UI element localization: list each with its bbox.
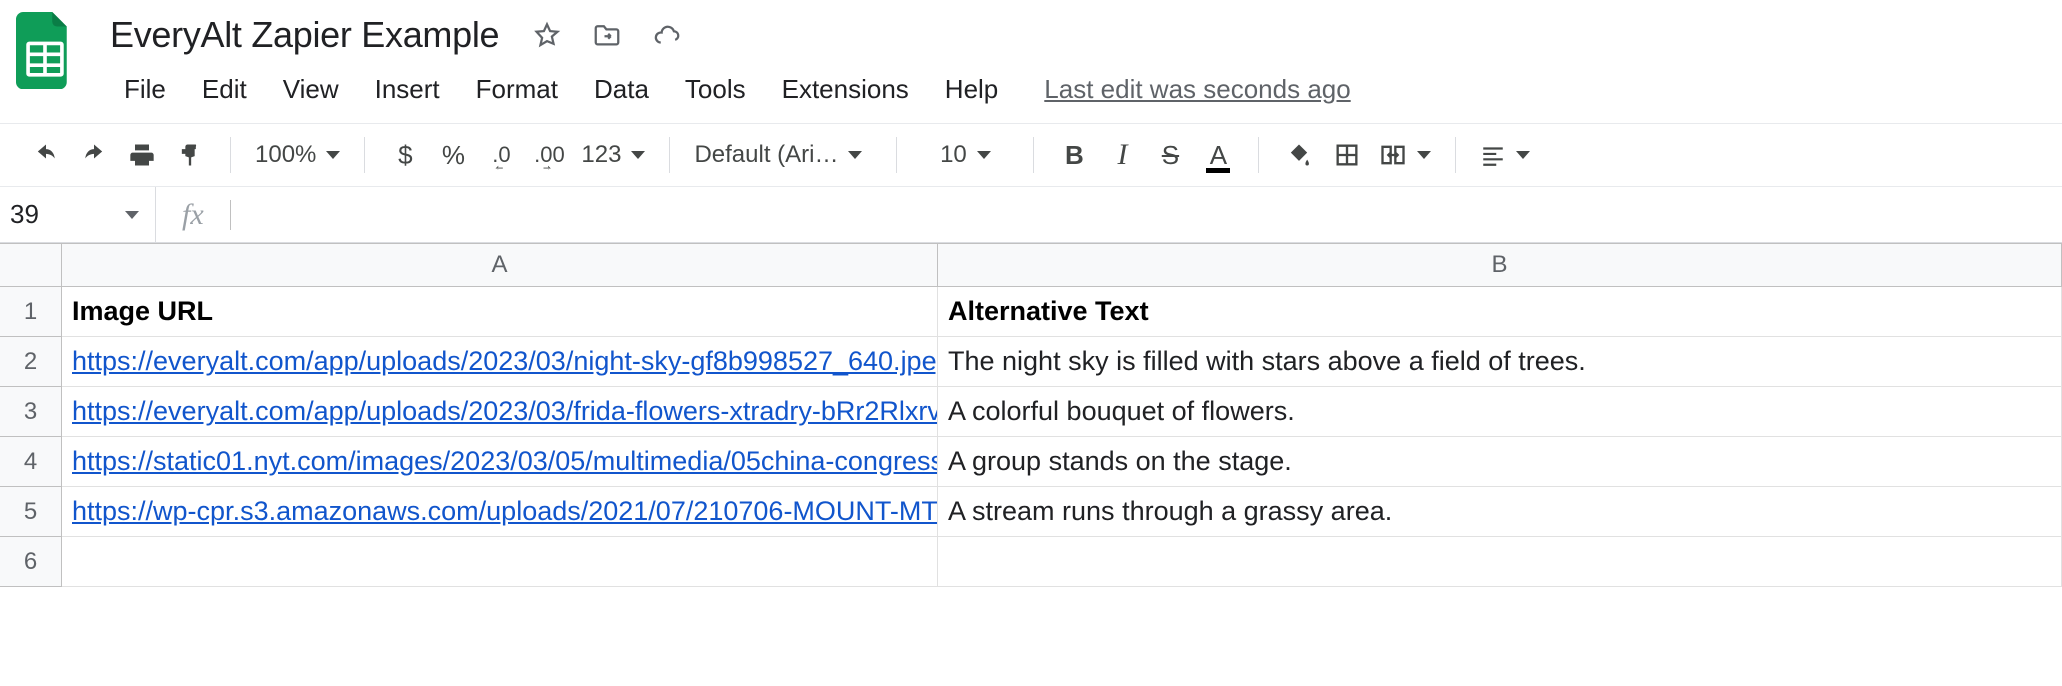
move-to-folder-icon[interactable] (591, 19, 623, 51)
table-row: 3 https://everyalt.com/app/uploads/2023/… (0, 387, 2062, 437)
zoom-value: 100% (255, 141, 316, 169)
bold-button[interactable]: B (1052, 135, 1096, 175)
more-formats-dropdown[interactable]: 123 (575, 141, 651, 169)
format-currency-button[interactable]: $ (383, 135, 427, 175)
menu-insert[interactable]: Insert (357, 68, 458, 111)
toolbar-separator (1258, 137, 1259, 173)
menu-extensions[interactable]: Extensions (764, 68, 927, 111)
column-header-A[interactable]: A (62, 244, 938, 286)
toolbar-separator (669, 137, 670, 173)
more-formats-label: 123 (581, 141, 621, 169)
cell-B2[interactable]: The night sky is filled with stars above… (938, 337, 2062, 387)
menu-help[interactable]: Help (927, 68, 1016, 111)
row-header-3[interactable]: 3 (0, 387, 62, 437)
doc-header: EveryAlt Zapier Example File Edit View I… (106, 12, 2046, 111)
cell-A1[interactable]: Image URL (62, 287, 938, 337)
merge-cells-dropdown[interactable] (1373, 141, 1437, 169)
table-row: 6 (0, 537, 2062, 587)
cell-B4[interactable]: A group stands on the stage. (938, 437, 2062, 487)
menu-data[interactable]: Data (576, 68, 667, 111)
url-link[interactable]: https://static01.nyt.com/images/2023/03/… (72, 446, 938, 477)
menu-edit[interactable]: Edit (184, 68, 265, 111)
zoom-dropdown[interactable]: 100% (249, 141, 346, 169)
font-family-dropdown[interactable]: Default (Ari… (688, 141, 878, 169)
cell-A5[interactable]: https://wp-cpr.s3.amazonaws.com/uploads/… (62, 487, 938, 537)
toolbar-separator (1455, 137, 1456, 173)
font-size-value: 10 (940, 141, 967, 169)
cell-B3[interactable]: A colorful bouquet of flowers. (938, 387, 2062, 437)
menu-tools[interactable]: Tools (667, 68, 764, 111)
app-root: EveryAlt Zapier Example File Edit View I… (0, 0, 2062, 686)
print-button[interactable] (120, 135, 164, 175)
caret-down-icon (977, 151, 991, 159)
row-header-4[interactable]: 4 (0, 437, 62, 487)
caret-down-icon (326, 151, 340, 159)
toolbar-separator (364, 137, 365, 173)
font-family-label: Default (Ari… (694, 141, 838, 169)
toolbar: 100% $ % .0 .00 123 Default (Ari… 10 B I… (0, 123, 2062, 187)
doc-title-row: EveryAlt Zapier Example (106, 12, 2046, 58)
redo-button[interactable] (72, 135, 116, 175)
toolbar-separator (230, 137, 231, 173)
text-color-button[interactable]: A (1196, 135, 1240, 175)
caret-down-icon (1516, 151, 1530, 159)
table-row: 4 https://static01.nyt.com/images/2023/0… (0, 437, 2062, 487)
font-size-dropdown[interactable]: 10 (915, 141, 1015, 169)
horizontal-align-dropdown[interactable] (1474, 142, 1536, 168)
caret-down-icon (1417, 151, 1431, 159)
row-header-1[interactable]: 1 (0, 287, 62, 337)
caret-down-icon (631, 151, 645, 159)
borders-button[interactable] (1325, 135, 1369, 175)
table-row: 2 https://everyalt.com/app/uploads/2023/… (0, 337, 2062, 387)
cell-A3[interactable]: https://everyalt.com/app/uploads/2023/03… (62, 387, 938, 437)
undo-button[interactable] (24, 135, 68, 175)
menu-view[interactable]: View (265, 68, 357, 111)
row-header-5[interactable]: 5 (0, 487, 62, 537)
select-all-corner[interactable] (0, 244, 62, 286)
url-link[interactable]: https://wp-cpr.s3.amazonaws.com/uploads/… (72, 496, 938, 527)
caret-down-icon (848, 151, 862, 159)
last-edit-link[interactable]: Last edit was seconds ago (1044, 74, 1350, 105)
star-icon[interactable] (531, 19, 563, 51)
document-title[interactable]: EveryAlt Zapier Example (106, 12, 503, 58)
formula-input[interactable] (231, 187, 2062, 242)
table-row: 5 https://wp-cpr.s3.amazonaws.com/upload… (0, 487, 2062, 537)
caret-down-icon (125, 211, 139, 219)
fx-icon: fx (156, 198, 230, 232)
spreadsheet-grid[interactable]: A B 1 Image URL Alternative Text 2 https… (0, 243, 2062, 686)
cell-A4[interactable]: https://static01.nyt.com/images/2023/03/… (62, 437, 938, 487)
cell-A6[interactable] (62, 537, 938, 587)
menu-bar: File Edit View Insert Format Data Tools … (106, 68, 2046, 111)
cloud-status-icon[interactable] (651, 19, 683, 51)
strikethrough-button[interactable]: S (1148, 135, 1192, 175)
url-link[interactable]: https://everyalt.com/app/uploads/2023/03… (72, 346, 938, 377)
toolbar-separator (896, 137, 897, 173)
url-link[interactable]: https://everyalt.com/app/uploads/2023/03… (72, 396, 938, 427)
cell-A2[interactable]: https://everyalt.com/app/uploads/2023/03… (62, 337, 938, 387)
format-percent-button[interactable]: % (431, 135, 475, 175)
italic-button[interactable]: I (1100, 135, 1144, 175)
column-header-B[interactable]: B (938, 244, 2062, 286)
row-header-2[interactable]: 2 (0, 337, 62, 387)
sheets-logo-icon[interactable] (16, 12, 74, 90)
cell-B5[interactable]: A stream runs through a grassy area. (938, 487, 2062, 537)
cell-B1[interactable]: Alternative Text (938, 287, 2062, 337)
name-box-value: 39 (10, 199, 39, 230)
menu-format[interactable]: Format (458, 68, 576, 111)
increase-decimal-button[interactable]: .00 (527, 135, 571, 175)
decrease-decimal-button[interactable]: .0 (479, 135, 523, 175)
column-header-row: A B (0, 243, 2062, 287)
table-row: 1 Image URL Alternative Text (0, 287, 2062, 337)
formula-bar: 39 fx (0, 187, 2062, 243)
paint-format-button[interactable] (168, 135, 212, 175)
cell-B6[interactable] (938, 537, 2062, 587)
menu-file[interactable]: File (106, 68, 184, 111)
toolbar-separator (1033, 137, 1034, 173)
title-bar: EveryAlt Zapier Example File Edit View I… (0, 0, 2062, 111)
name-box[interactable]: 39 (0, 187, 156, 242)
fill-color-button[interactable] (1277, 135, 1321, 175)
row-header-6[interactable]: 6 (0, 537, 62, 587)
